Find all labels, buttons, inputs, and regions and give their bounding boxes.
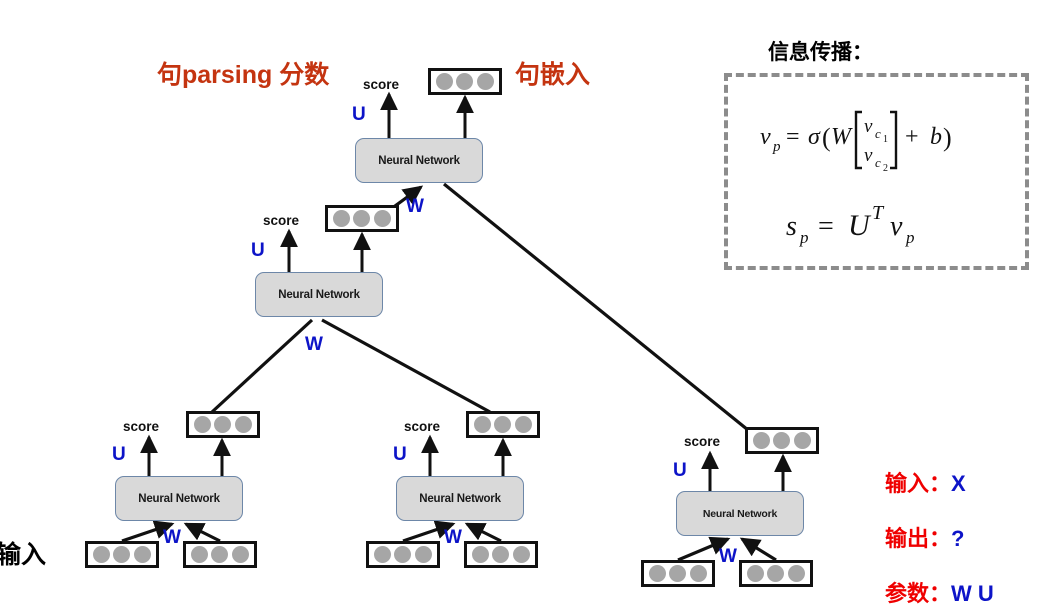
neural-network-node-leaf2[interactable]: Neural Network [396,476,524,521]
vector-unit [92,546,110,563]
neural-network-node-leaf1[interactable]: Neural Network [115,476,243,521]
score-label-leaf3: score [684,434,721,449]
vector-box-leaf1-input-right[interactable] [183,541,257,568]
score-label-leaf2: score [404,419,441,434]
vector-unit [190,546,208,563]
legend-label-input: 输入： [885,471,952,496]
neural-network-node-label: Neural Network [419,492,501,505]
vector-box-leaf3-input-left[interactable] [641,560,715,587]
vector-box-leaf2-input-right[interactable] [464,541,538,568]
neural-network-node-label: Neural Network [702,507,778,520]
u-label-leaf3: U [673,460,687,481]
vector-unit [473,416,491,433]
vector-unit [669,565,687,582]
edge-leaf1-in-right [183,522,221,543]
vector-unit [435,73,453,90]
w-label-root: W [406,196,424,217]
neural-network-node-leaf3[interactable]: Neural Network [676,491,804,536]
u-label-leaf2: U [393,444,407,465]
input-axis-label: 输入 [0,541,47,569]
vector-unit [471,546,489,563]
vector-unit [492,546,510,563]
score-label-mid: score [263,213,300,228]
vector-unit [134,546,152,563]
neural-network-node-root[interactable]: Neural Network [355,138,483,183]
vector-box-mid-embedding[interactable] [325,205,399,232]
u-label-mid: U [251,240,265,261]
score-label-leaf1: score [123,419,160,434]
sentence-embedding-title: 句嵌入 [515,61,591,89]
vector-box-leaf1-embedding[interactable] [186,411,260,438]
score-label-root: score [363,77,400,92]
edge-mid-from-leaf1 [210,318,314,414]
vector-unit [788,565,806,582]
legend-value-output: ? [951,526,965,551]
vector-unit [794,432,812,449]
vector-unit [113,546,131,563]
vector-unit [746,565,764,582]
vector-unit [235,416,253,433]
u-label-root: U [352,104,366,125]
vector-unit [456,73,474,90]
vector-unit [373,546,391,563]
neural-network-node-label: Neural Network [278,288,360,301]
vector-unit [415,546,433,563]
vector-box-leaf3-input-right[interactable] [739,560,813,587]
legend-value-input: X [951,471,966,496]
w-label-leaf2: W [444,527,462,548]
neural-network-node-label: Neural Network [138,492,220,505]
vector-unit [690,565,708,582]
vector-unit [494,416,512,433]
vector-box-root-embedding[interactable] [428,68,502,95]
edge-leaf3-in-right [739,537,777,562]
diagram-canvas: 句parsing 分数 句嵌入 输入 Neural Network Neural… [0,0,1042,609]
vector-box-leaf1-input-left[interactable] [85,541,159,568]
information-propagation-heading: 信息传播： [768,41,873,64]
vector-box-leaf2-input-left[interactable] [366,541,440,568]
vector-unit [515,416,533,433]
vector-unit [752,432,770,449]
neural-network-node-label: Neural Network [378,154,460,167]
vector-unit [214,416,232,433]
vector-unit [767,565,785,582]
u-label-leaf1: U [112,444,126,465]
edge-root-from-leaf3 [442,182,750,432]
neural-network-node-mid[interactable]: Neural Network [255,272,383,317]
vector-unit [374,210,392,227]
legend-label-output: 输出： [885,526,952,551]
vector-unit [394,546,412,563]
legend-row-parameters: 参数：W U [885,576,994,608]
parsing-score-title: 句parsing 分数 [157,61,330,89]
formula-box [724,73,1029,270]
vector-unit [232,546,250,563]
vector-box-leaf2-embedding[interactable] [466,411,540,438]
vector-unit [332,210,350,227]
w-label-mid: W [305,334,323,355]
w-label-leaf1: W [163,527,181,548]
vector-box-leaf3-embedding[interactable] [745,427,819,454]
edge-leaf2-in-right [464,522,502,543]
vector-unit [513,546,531,563]
vector-unit [648,565,666,582]
vector-unit [353,210,371,227]
legend-row-input: 输入：X [885,466,966,498]
vector-unit [477,73,495,90]
vector-unit [773,432,791,449]
vector-unit [211,546,229,563]
w-label-leaf3: W [719,546,737,567]
legend-row-output: 输出：? [885,521,964,553]
vector-unit [193,416,211,433]
edge-mid-from-leaf2 [321,318,491,414]
legend-label-parameters: 参数： [885,581,952,606]
legend-value-parameters: W U [951,581,994,606]
